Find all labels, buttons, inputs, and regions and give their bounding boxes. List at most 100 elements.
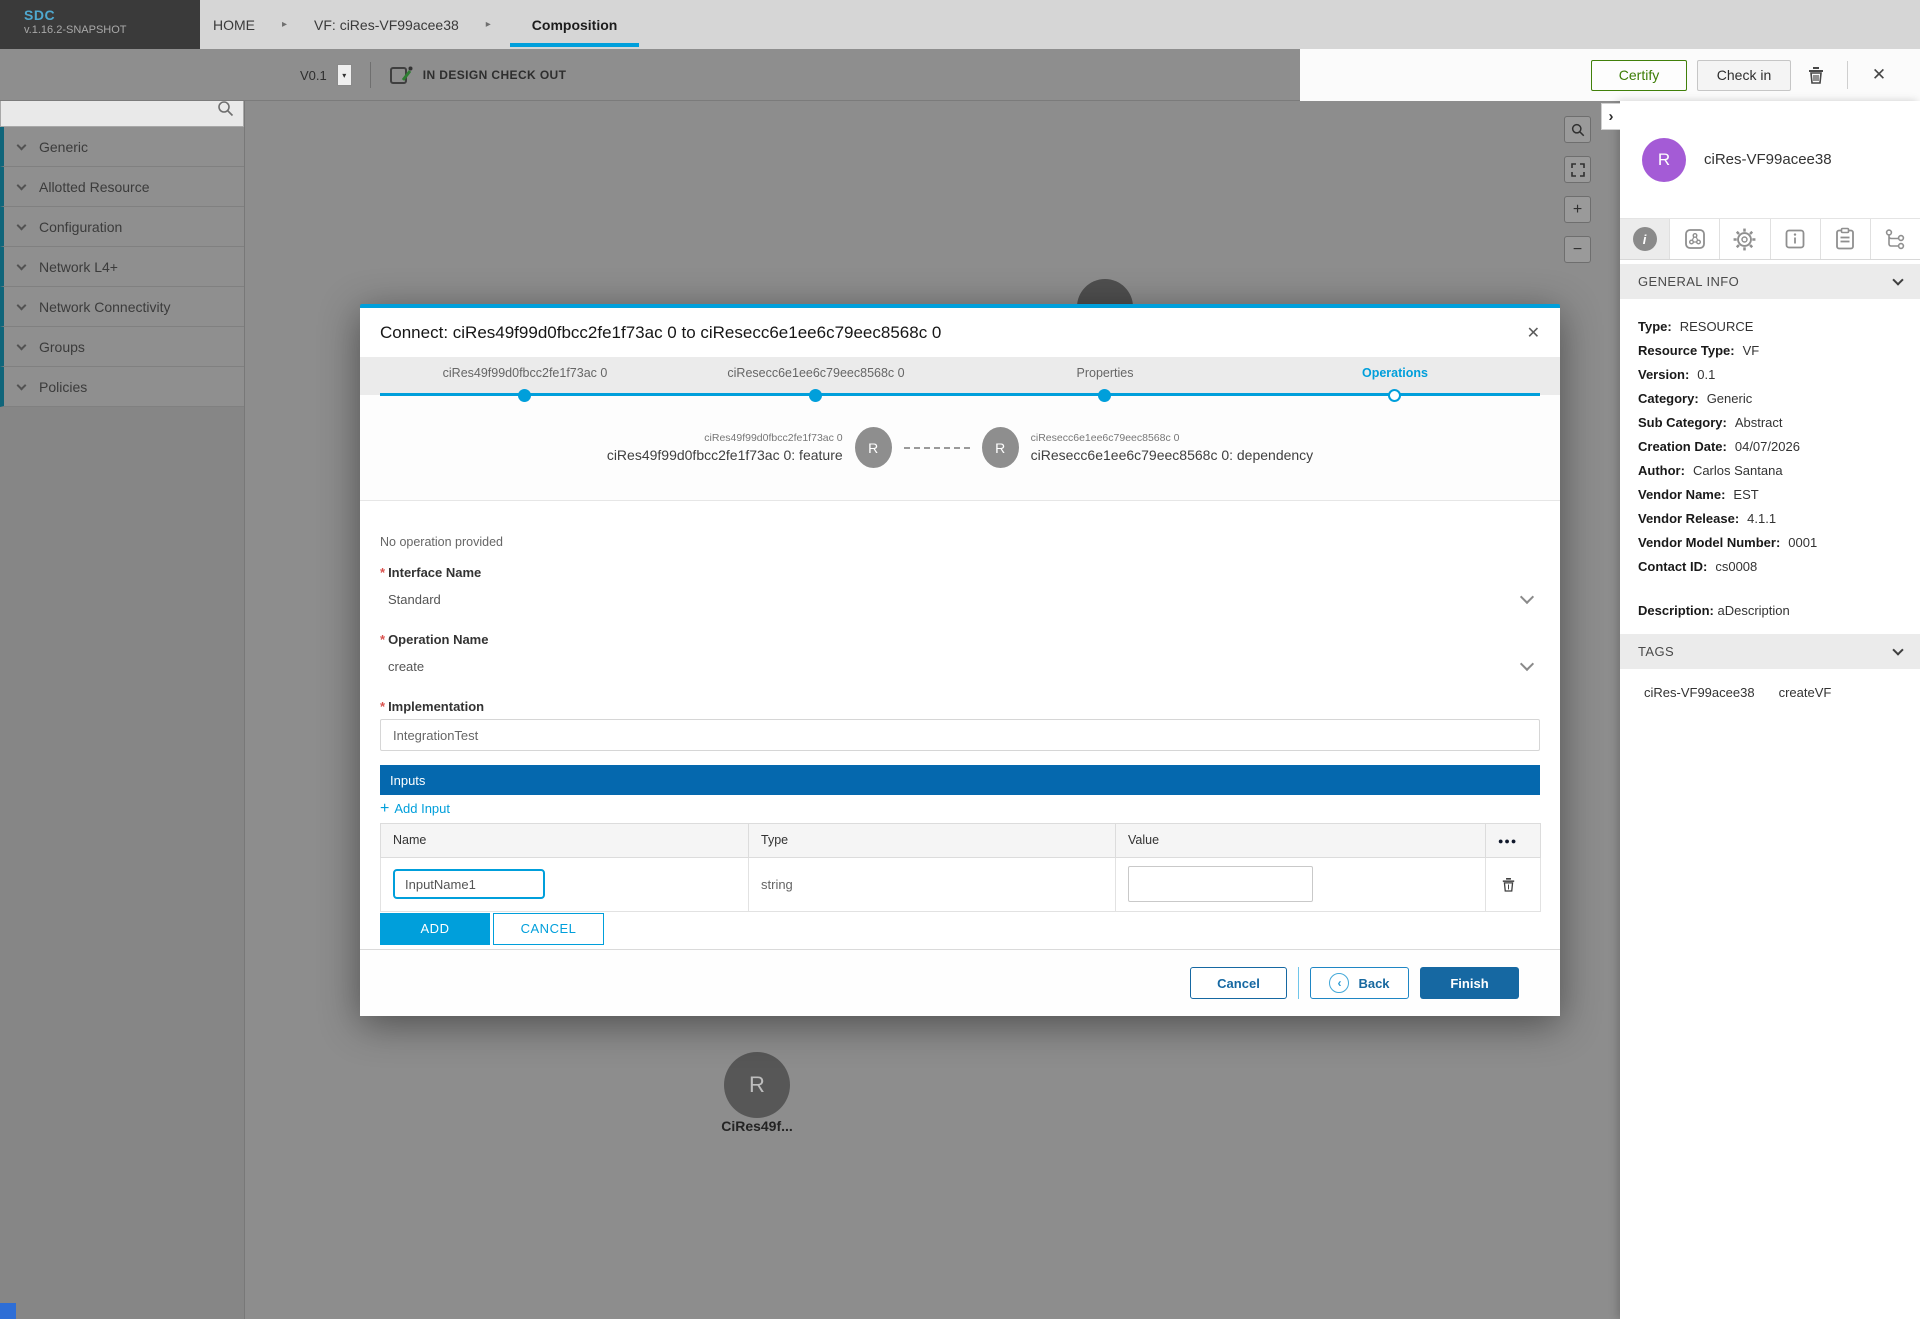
tab-general-info[interactable]: i: [1620, 219, 1670, 259]
description-label: Description:: [1638, 603, 1714, 618]
search-icon: [1571, 123, 1585, 137]
target-node-icon: R: [982, 427, 1019, 468]
canvas-zoom-in-button[interactable]: +: [1564, 196, 1591, 223]
divider: [1847, 61, 1848, 89]
delete-button[interactable]: [1801, 60, 1831, 90]
app-logo-text: SDC: [24, 8, 200, 23]
expand-icon: [1571, 163, 1585, 177]
step-dot: [518, 389, 531, 402]
interface-name-select[interactable]: Standard: [380, 582, 1540, 616]
info-row: Sub Category:Abstract: [1638, 411, 1908, 435]
step-target[interactable]: ciResecc6e1ee6c79eec8568c 0: [656, 366, 976, 380]
cancel-input-button[interactable]: CANCEL: [493, 913, 604, 945]
chevron-down-icon: [1520, 589, 1534, 603]
info-row: Version:0.1: [1638, 363, 1908, 387]
panel-tabs: i: [1620, 218, 1920, 260]
canvas-search-button[interactable]: [1564, 116, 1591, 143]
info-row: Contact ID:cs0008: [1638, 555, 1908, 579]
input-value-field[interactable]: [1128, 866, 1313, 902]
active-tab-underline: [510, 43, 640, 47]
sidebar-item-network-connectivity[interactable]: Network Connectivity: [0, 287, 244, 327]
category-label: Generic: [39, 139, 88, 155]
chevron-down-icon: [1892, 274, 1903, 285]
source-name: ciRes49f99d0fbcc2fe1f73ac 0: [704, 431, 842, 446]
required-marker: *: [380, 699, 385, 714]
canvas-node[interactable]: R: [724, 1052, 790, 1118]
chevron-right-icon: ›: [1609, 108, 1614, 125]
column-header-type: Type: [749, 823, 1116, 857]
step-operations[interactable]: Operations: [1235, 366, 1555, 380]
panel-header: R ciRes-VF99acee38: [1620, 101, 1920, 218]
app-version: v.1.16.2-SNAPSHOT: [24, 23, 200, 37]
tree-icon: [1883, 227, 1907, 251]
info-row: Creation Date:04/07/2026: [1638, 435, 1908, 459]
info-row: Vendor Release:4.1.1: [1638, 507, 1908, 531]
avatar: R: [1642, 138, 1686, 182]
close-workspace-button[interactable]: ✕: [1864, 60, 1894, 90]
chevron-down-icon: [17, 180, 27, 190]
connect-dialog: Connect: ciRes49f99d0fbcc2fe1f73ac 0 to …: [360, 304, 1560, 1016]
chevron-down-icon: [1520, 656, 1534, 670]
tab-properties[interactable]: [1720, 219, 1770, 259]
operation-name-select[interactable]: create: [380, 649, 1540, 683]
tab-deployment-artifacts[interactable]: [1670, 219, 1720, 259]
column-header-menu[interactable]: ●●●: [1486, 823, 1541, 857]
tab-requirements-capabilities[interactable]: [1871, 219, 1920, 259]
category-label: Network Connectivity: [39, 299, 171, 315]
tags-section-header[interactable]: TAGS: [1620, 634, 1920, 669]
delete-input-button[interactable]: [1498, 874, 1518, 894]
required-marker: *: [380, 632, 385, 647]
sidebar-item-groups[interactable]: Groups: [0, 327, 244, 367]
dialog-close-button[interactable]: ✕: [1527, 323, 1540, 343]
add-input-link[interactable]: + Add Input: [380, 801, 450, 816]
cancel-button[interactable]: Cancel: [1190, 967, 1287, 999]
checkout-pencil-icon: [389, 64, 413, 86]
action-buttons-zone: Certify Check in ✕: [1300, 49, 1920, 101]
tab-composition-label: Composition: [532, 17, 618, 33]
canvas-zoom-out-button[interactable]: −: [1564, 236, 1591, 263]
info-icon: i: [1633, 227, 1657, 251]
chevron-down-icon: [17, 140, 27, 150]
sidebar-item-network-l4[interactable]: Network L4+: [0, 247, 244, 287]
breadcrumb-home[interactable]: HOME: [213, 17, 255, 33]
dialog-footer: Cancel ‹ Back Finish: [360, 949, 1560, 1016]
chevron-down-icon: [17, 220, 27, 230]
tab-information-artifacts[interactable]: [1771, 219, 1821, 259]
wizard-steps: ciRes49f99d0fbcc2fe1f73ac 0 ciResecc6e1e…: [360, 357, 1560, 395]
canvas-fit-screen-button[interactable]: [1564, 156, 1591, 183]
sidebar-item-allotted-resource[interactable]: Allotted Resource: [0, 167, 244, 207]
help-widget[interactable]: [0, 1303, 16, 1319]
step-properties[interactable]: Properties: [945, 366, 1265, 380]
plus-icon: +: [380, 802, 389, 816]
implementation-input[interactable]: [380, 719, 1540, 751]
breadcrumb-vf[interactable]: VF: ciRes-VF99acee38: [314, 17, 459, 33]
general-info-section-header[interactable]: GENERAL INFO: [1620, 264, 1920, 299]
caret-down-icon: ▾: [342, 71, 346, 80]
info-row: Author:Carlos Santana: [1638, 459, 1908, 483]
column-header-value: Value: [1116, 823, 1486, 857]
no-operation-note: No operation provided: [380, 535, 1540, 549]
tab-api[interactable]: [1821, 219, 1871, 259]
step-source[interactable]: ciRes49f99d0fbcc2fe1f73ac 0: [365, 366, 685, 380]
interface-name-label: *Interface Name: [380, 565, 1540, 580]
dialog-titlebar: Connect: ciRes49f99d0fbcc2fe1f73ac 0 to …: [360, 308, 1560, 357]
tab-composition[interactable]: Composition: [518, 17, 632, 33]
certify-button[interactable]: Certify: [1591, 60, 1687, 91]
panel-collapse-button[interactable]: ›: [1601, 103, 1620, 130]
check-in-button[interactable]: Check in: [1697, 60, 1791, 91]
add-button[interactable]: ADD: [380, 913, 490, 945]
connection-dashed-line: [904, 447, 970, 449]
sidebar-item-policies[interactable]: Policies: [0, 367, 244, 407]
version-label: V0.1: [300, 68, 327, 83]
version-select[interactable]: ▾: [337, 64, 352, 86]
chevron-down-icon: [17, 380, 27, 390]
sidebar-item-generic[interactable]: Generic: [0, 127, 244, 167]
sidebar-item-configuration[interactable]: Configuration: [0, 207, 244, 247]
resource-title: ciRes-VF99acee38: [1704, 151, 1832, 168]
step-dot: [1098, 389, 1111, 402]
action-bar: V0.1 ▾ IN DESIGN CHECK OUT Certify Check…: [0, 49, 1920, 101]
table-row: string: [381, 857, 1541, 911]
finish-button[interactable]: Finish: [1420, 967, 1519, 999]
back-button[interactable]: ‹ Back: [1310, 967, 1409, 999]
input-name-field[interactable]: [393, 869, 545, 899]
